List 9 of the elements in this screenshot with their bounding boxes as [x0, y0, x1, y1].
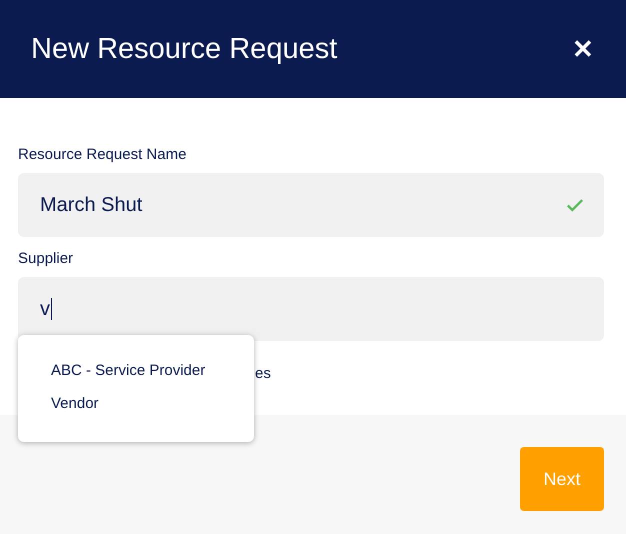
input-field[interactable]: v	[18, 277, 604, 341]
dropdown-option[interactable]: Vendor	[18, 394, 99, 414]
close-button[interactable]: ✕	[572, 36, 594, 62]
dialog-title: New Resource Request	[31, 32, 338, 66]
field-label: Resource Request Name	[18, 145, 188, 165]
field-label: Supplier	[18, 249, 74, 269]
checkbox-label: es	[255, 364, 271, 382]
dropdown-option[interactable]: ABC - Service Provider	[18, 361, 206, 381]
input-field[interactable]: March Shut	[18, 173, 604, 237]
